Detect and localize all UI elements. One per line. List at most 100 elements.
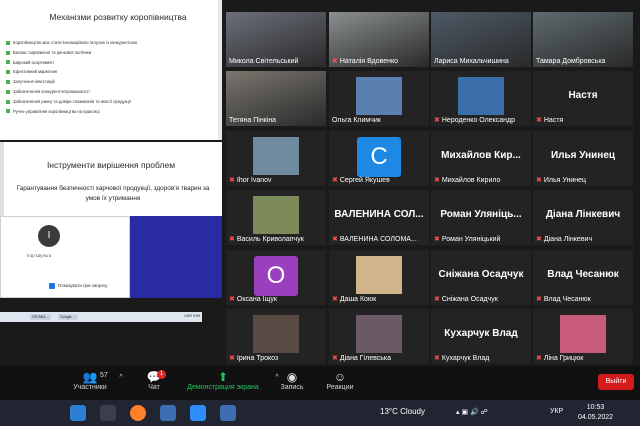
participant-name: Даша Коюк xyxy=(339,295,377,303)
participant-tile[interactable]: Ольга Климчик xyxy=(329,71,429,126)
participant-label: Лариса Михальчишина xyxy=(434,58,509,65)
participant-display-name: Роман Уляніць... xyxy=(440,209,522,220)
participant-label: ✖ Сніжана Осадчук xyxy=(434,295,498,304)
participant-tile[interactable]: Тетяна Пінкіна xyxy=(226,71,326,126)
participant-label: ✖ Діана Гілевська xyxy=(332,354,391,363)
participant-name: Нероденко Олександр xyxy=(441,116,515,124)
show-on-start-label: Показувати при запуску xyxy=(58,283,108,288)
participant-tile[interactable]: ✖ Ihor Ivanov xyxy=(226,131,326,186)
participant-name: Сергей Якушев xyxy=(339,176,390,184)
leave-button[interactable]: Выйти xyxy=(598,374,634,390)
bullet-icon xyxy=(6,40,10,45)
participant-tile[interactable]: Настя ✖ Настя xyxy=(533,71,633,126)
bullet-icon xyxy=(6,60,10,65)
participant-tile[interactable]: ВАЛЕНИНА СОЛ... ✖ ВАЛЕНИНА СОЛОМА... xyxy=(329,190,429,245)
bullet-icon xyxy=(6,70,10,75)
participant-label: Ольга Климчик xyxy=(332,117,381,124)
participant-name: Діана Лінкевич xyxy=(543,235,593,243)
slide-bullet: Забезпечення ринку та довіри споживачів … xyxy=(6,97,137,107)
slide-scrollbar xyxy=(218,0,222,140)
meeting-controls: 👥 Участники 57 ^ 💬 Чат 1 ⬆ Демонстрация … xyxy=(0,366,640,400)
participants-caret-icon[interactable]: ^ xyxy=(116,374,126,381)
participant-name: Настя xyxy=(543,116,564,124)
mic-muted-icon: ✖ xyxy=(332,236,338,243)
participant-tile[interactable]: ✖ Ірина Трокоз xyxy=(226,309,326,364)
tray-icons[interactable]: ▴ ▣ 🔊 ☍ xyxy=(456,408,488,416)
participant-avatar: C xyxy=(357,137,401,177)
mic-muted-icon: ✖ xyxy=(229,355,235,362)
participant-name: Михайлов Кирило xyxy=(441,176,501,184)
participant-label: ✖ Даша Коюк xyxy=(332,295,377,304)
participant-tile[interactable]: Влад Чесанюк ✖ Влад Чесанюк xyxy=(533,250,633,305)
participant-tile[interactable]: O ✖ Оксана Іщук xyxy=(226,250,326,305)
participant-name: Ірина Трокоз xyxy=(236,354,279,362)
participant-label: ✖ Настя xyxy=(536,116,564,125)
participant-label: ✖ Діана Лінкевич xyxy=(536,235,593,244)
participant-photo xyxy=(253,315,299,353)
participant-name: Василь Криволапчук xyxy=(236,235,304,243)
participant-label: ✖ Оксана Іщук xyxy=(229,295,277,304)
participant-tile[interactable]: ✖ Діана Гілевська xyxy=(329,309,429,364)
participant-tile[interactable]: ✖ Даша Коюк xyxy=(329,250,429,305)
share-screen-button[interactable]: ⬆ Демонстрация экрана xyxy=(180,370,266,391)
participant-label: Микола Світельський xyxy=(229,58,298,65)
record-button[interactable]: ◉ Запись xyxy=(274,370,310,391)
participant-tile[interactable]: ✖ Ліна Грицюк xyxy=(533,309,633,364)
participant-tile[interactable]: ✖ Нероденко Олександр xyxy=(431,71,531,126)
participant-photo xyxy=(253,137,299,175)
participant-label: ✖ Илья Унинец xyxy=(536,176,586,185)
clock[interactable]: 10:53 04.05.2022 xyxy=(578,403,613,423)
shared-taskbar: ОП ВЕА... Google ... UKR 9:59 xyxy=(0,312,202,322)
participant-tile[interactable]: ✖ Наталія Вдовенко xyxy=(329,12,429,67)
participant-tile[interactable]: Діана Лінкевич ✖ Діана Лінкевич xyxy=(533,190,633,245)
participant-tile[interactable]: Микола Світельський xyxy=(226,12,326,67)
participant-label: ✖ Влад Чесанюк xyxy=(536,295,591,304)
shared-taskbar-item: ОП ВЕА... xyxy=(30,314,51,320)
mic-muted-icon: ✖ xyxy=(332,355,338,362)
participant-tile[interactable]: Тамара Домбровська xyxy=(533,12,633,67)
app-icon[interactable] xyxy=(160,405,176,421)
participant-name: Кухарчук Влад xyxy=(441,354,490,362)
participant-tile[interactable]: Михайлов Кир... ✖ Михайлов Кирило xyxy=(431,131,531,186)
participant-photo xyxy=(356,315,402,353)
weather-widget[interactable]: 13°C Cloudy xyxy=(380,407,425,416)
app-icon[interactable] xyxy=(220,405,236,421)
chat-button[interactable]: 💬 Чат xyxy=(136,370,172,391)
participant-label: ✖ ВАЛЕНИНА СОЛОМА... xyxy=(332,235,417,244)
participant-tile[interactable]: Сніжана Осадчук ✖ Сніжана Осадчук xyxy=(431,250,531,305)
language-indicator[interactable]: УКР xyxy=(550,408,563,415)
slide-bullet: Баланс сировинної та ринкової політики xyxy=(6,48,137,58)
edge-icon[interactable] xyxy=(70,405,86,421)
participant-name: Влад Чесанюк xyxy=(543,295,591,303)
participant-photo xyxy=(560,315,606,353)
mic-muted-icon: ✖ xyxy=(536,117,542,124)
firefox-icon[interactable] xyxy=(130,405,146,421)
slide-1-bullet-list: Коропівництво має стати інноваційною гал… xyxy=(6,38,137,116)
shared-taskbar-tray: UKR 9:59 xyxy=(184,314,200,318)
participant-name: Наталія Вдовенко xyxy=(339,57,399,65)
mic-muted-icon: ✖ xyxy=(332,177,338,184)
participant-photo xyxy=(356,77,402,115)
participant-tile[interactable]: Илья Унинец ✖ Илья Унинец xyxy=(533,131,633,186)
participant-tile[interactable]: Кухарчук Влад ✖ Кухарчук Влад xyxy=(431,309,531,364)
reactions-button[interactable]: ☺ Реакции xyxy=(320,370,360,391)
slide-2-subtitle: Гарантування безпечності харчової продук… xyxy=(16,185,210,202)
bullet-icon xyxy=(6,109,10,114)
show-on-start-checkbox[interactable] xyxy=(49,283,55,289)
participant-tile[interactable]: C ✖ Сергей Якушев xyxy=(329,131,429,186)
participant-label: Тамара Домбровська xyxy=(536,58,605,65)
participant-name: Тамара Домбровська xyxy=(536,58,606,65)
zoom-icon[interactable] xyxy=(190,405,206,421)
file-explorer-icon[interactable] xyxy=(100,405,116,421)
shared-screen: Механізми розвитку коропівництва Коропів… xyxy=(0,0,222,366)
participant-tile[interactable]: Роман Уляніць... ✖ Роман Уляніцький xyxy=(431,190,531,245)
participant-display-name: Настя xyxy=(568,90,598,101)
participant-name: Ihor Ivanov xyxy=(236,176,272,184)
mic-muted-icon: ✖ xyxy=(332,296,338,303)
participant-label: ✖ Василь Криволапчук xyxy=(229,235,304,244)
participant-tile[interactable]: ✖ Василь Криволапчук xyxy=(226,190,326,245)
reactions-icon: ☺ xyxy=(333,370,347,384)
participant-name: ВАЛЕНИНА СОЛОМА... xyxy=(339,235,417,243)
participant-tile[interactable]: Лариса Михальчишина xyxy=(431,12,531,67)
participant-label: ✖ Ліна Грицюк xyxy=(536,354,583,363)
